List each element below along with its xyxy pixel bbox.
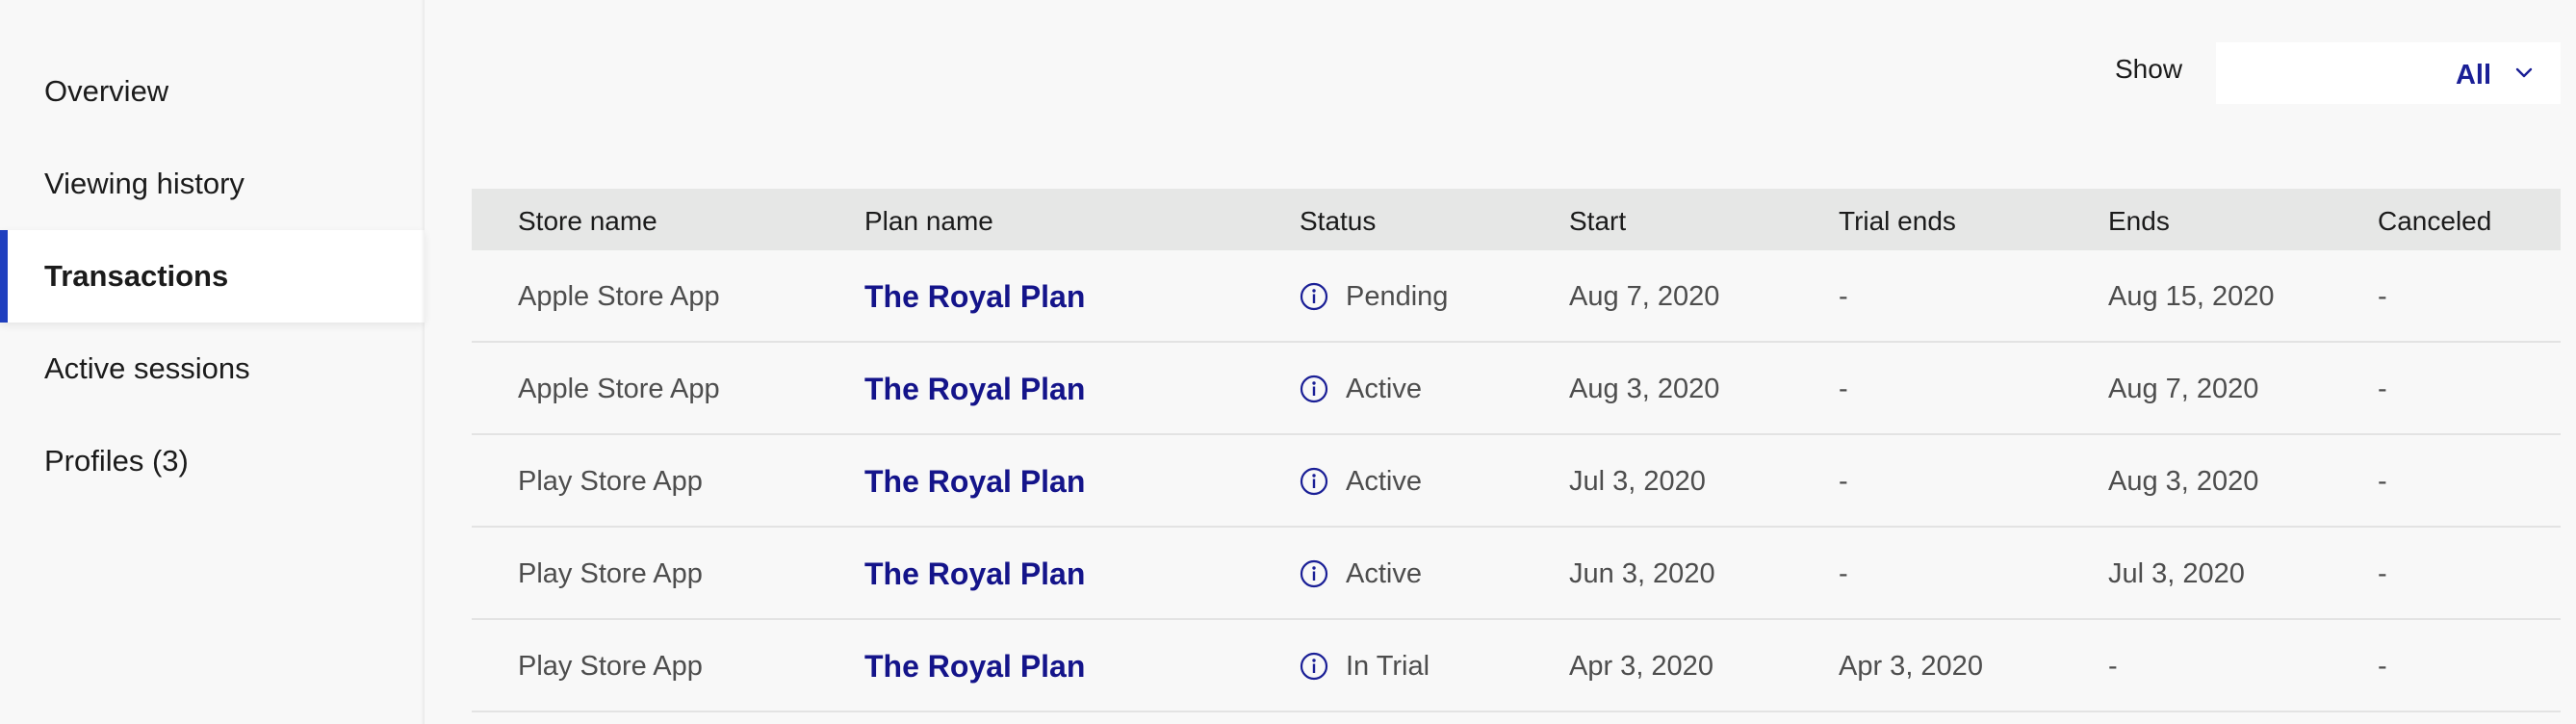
canceled-cell: - bbox=[2378, 374, 2387, 404]
sidebar-item-active-sessions[interactable]: Active sessions bbox=[0, 323, 425, 415]
show-filter-dropdown[interactable]: All bbox=[2216, 42, 2561, 104]
info-circle-icon[interactable] bbox=[1300, 282, 1328, 311]
status-cell: Active bbox=[1346, 558, 1422, 589]
sidebar-item-label: Transactions bbox=[44, 259, 229, 293]
sidebar-item-overview[interactable]: Overview bbox=[0, 45, 425, 138]
sidebar-item-label: Viewing history bbox=[44, 167, 245, 200]
table-row: Apple Store App The Royal Plan Pending A… bbox=[472, 250, 2561, 343]
sidebar-item-label: Profiles (3) bbox=[44, 444, 189, 478]
column-header-canceled: Canceled bbox=[2378, 206, 2492, 236]
table-header: Store name Plan name Status Start Trial … bbox=[472, 189, 2561, 250]
column-header-store-name: Store name bbox=[518, 206, 657, 236]
store-name-cell: Apple Store App bbox=[518, 281, 720, 312]
table-row: Play Store App The Royal Plan Active Jul… bbox=[472, 435, 2561, 528]
start-cell: Jun 3, 2020 bbox=[1569, 558, 1715, 589]
info-circle-icon[interactable] bbox=[1300, 375, 1328, 403]
plan-name-link[interactable]: The Royal Plan bbox=[864, 372, 1085, 407]
info-circle-icon[interactable] bbox=[1300, 652, 1328, 681]
chevron-down-icon bbox=[2515, 67, 2533, 78]
transactions-table: Store name Plan name Status Start Trial … bbox=[472, 189, 2561, 712]
trial-ends-cell: Apr 3, 2020 bbox=[1839, 651, 1983, 682]
canceled-cell: - bbox=[2378, 466, 2387, 497]
sidebar-nav: Overview Viewing history Transactions Ac… bbox=[0, 0, 425, 724]
sidebar-item-label: Active sessions bbox=[44, 351, 250, 385]
sidebar-item-label: Overview bbox=[44, 74, 169, 108]
store-name-cell: Play Store App bbox=[518, 558, 703, 589]
info-circle-icon[interactable] bbox=[1300, 559, 1328, 588]
ends-cell: Aug 7, 2020 bbox=[2108, 374, 2259, 404]
store-name-cell: Apple Store App bbox=[518, 374, 720, 404]
start-cell: Aug 7, 2020 bbox=[1569, 281, 1720, 312]
ends-cell: Jul 3, 2020 bbox=[2108, 558, 2245, 589]
table-row: Apple Store App The Royal Plan Active Au… bbox=[472, 343, 2561, 435]
ends-cell: Aug 3, 2020 bbox=[2108, 466, 2259, 497]
status-cell: Active bbox=[1346, 374, 1422, 404]
canceled-cell: - bbox=[2378, 651, 2387, 682]
table-row: Play Store App The Royal Plan Active Jun… bbox=[472, 528, 2561, 620]
column-header-trial-ends: Trial ends bbox=[1839, 206, 1956, 236]
show-filter-label: Show bbox=[2115, 54, 2183, 84]
canceled-cell: - bbox=[2378, 281, 2387, 312]
table-row: Play Store App The Royal Plan In Trial A… bbox=[472, 620, 2561, 712]
canceled-cell: - bbox=[2378, 558, 2387, 589]
sidebar-item-viewing-history[interactable]: Viewing history bbox=[0, 138, 425, 230]
plan-name-link[interactable]: The Royal Plan bbox=[864, 556, 1085, 592]
info-circle-icon[interactable] bbox=[1300, 467, 1328, 496]
sidebar-item-transactions[interactable]: Transactions bbox=[0, 230, 425, 323]
column-header-status: Status bbox=[1300, 206, 1377, 236]
show-filter-value: All bbox=[2455, 60, 2491, 90]
plan-name-link[interactable]: The Royal Plan bbox=[864, 649, 1085, 685]
trial-ends-cell: - bbox=[1839, 374, 1848, 404]
status-cell: Pending bbox=[1346, 281, 1449, 312]
column-header-plan-name: Plan name bbox=[864, 206, 993, 236]
trial-ends-cell: - bbox=[1839, 558, 1848, 589]
column-header-ends: Ends bbox=[2108, 206, 2170, 236]
trial-ends-cell: - bbox=[1839, 281, 1848, 312]
trial-ends-cell: - bbox=[1839, 466, 1848, 497]
ends-cell: Aug 15, 2020 bbox=[2108, 281, 2275, 312]
store-name-cell: Play Store App bbox=[518, 651, 703, 682]
sidebar-item-profiles[interactable]: Profiles (3) bbox=[0, 415, 425, 507]
plan-name-link[interactable]: The Royal Plan bbox=[864, 279, 1085, 315]
store-name-cell: Play Store App bbox=[518, 466, 703, 497]
plan-name-link[interactable]: The Royal Plan bbox=[864, 464, 1085, 500]
ends-cell: - bbox=[2108, 651, 2118, 682]
start-cell: Apr 3, 2020 bbox=[1569, 651, 1713, 682]
column-header-start: Start bbox=[1569, 206, 1627, 236]
status-cell: Active bbox=[1346, 466, 1422, 497]
status-cell: In Trial bbox=[1346, 651, 1430, 682]
start-cell: Aug 3, 2020 bbox=[1569, 374, 1720, 404]
start-cell: Jul 3, 2020 bbox=[1569, 466, 1706, 497]
